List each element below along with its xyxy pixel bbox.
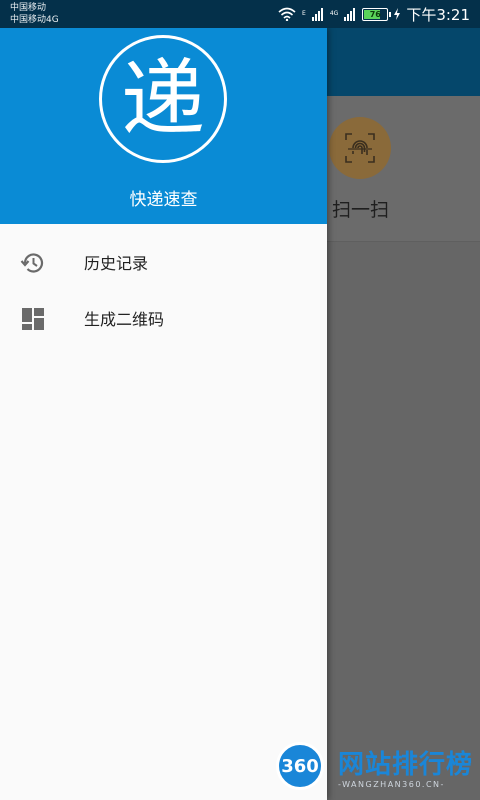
scan-label: 扫一扫: [332, 199, 390, 221]
watermark: 360 网站排行榜 -WANGZHAN360.CN-: [270, 738, 480, 800]
carrier-1: 中国移动: [10, 3, 47, 13]
watermark-subtitle: -WANGZHAN360.CN-: [338, 780, 445, 789]
wifi-icon: [278, 7, 296, 21]
battery-icon: 76: [362, 7, 392, 21]
app-logo: 递: [99, 35, 227, 163]
fingerprint-scan-icon: [345, 133, 375, 163]
navigation-drawer: 递 快递速查 历史记录 生成二维码: [0, 28, 327, 800]
qr-dashboard-icon: [22, 308, 44, 330]
signal-icon-2: [344, 8, 356, 21]
status-bar: 中国移动 中国移动4G E 4G 76 下午3:21: [0, 0, 480, 28]
menu-item-generate-qr[interactable]: 生成二维码: [0, 290, 327, 346]
clock: 下午3:21: [406, 5, 470, 24]
menu-item-label: 历史记录: [84, 254, 149, 273]
network-type-1: E: [302, 10, 306, 17]
app-name: 快递速查: [129, 190, 198, 210]
signal-icon: [311, 8, 323, 21]
watermark-title: 网站排行榜: [338, 750, 474, 780]
menu-item-label: 生成二维码: [84, 310, 165, 329]
network-type-2: 4G: [329, 10, 339, 17]
app-logo-char: 递: [120, 50, 205, 148]
scan-button: [329, 117, 391, 179]
carrier-2: 中国移动4G: [10, 15, 59, 25]
battery-level: 76: [369, 9, 381, 19]
history-icon: [20, 253, 44, 273]
status-icons: E 4G 76 下午3:21: [278, 4, 470, 24]
drawer-header: 递 快递速查: [0, 28, 327, 224]
menu-item-history[interactable]: 历史记录: [0, 234, 327, 290]
watermark-logo: 360: [276, 742, 324, 790]
charging-icon: [394, 8, 401, 20]
